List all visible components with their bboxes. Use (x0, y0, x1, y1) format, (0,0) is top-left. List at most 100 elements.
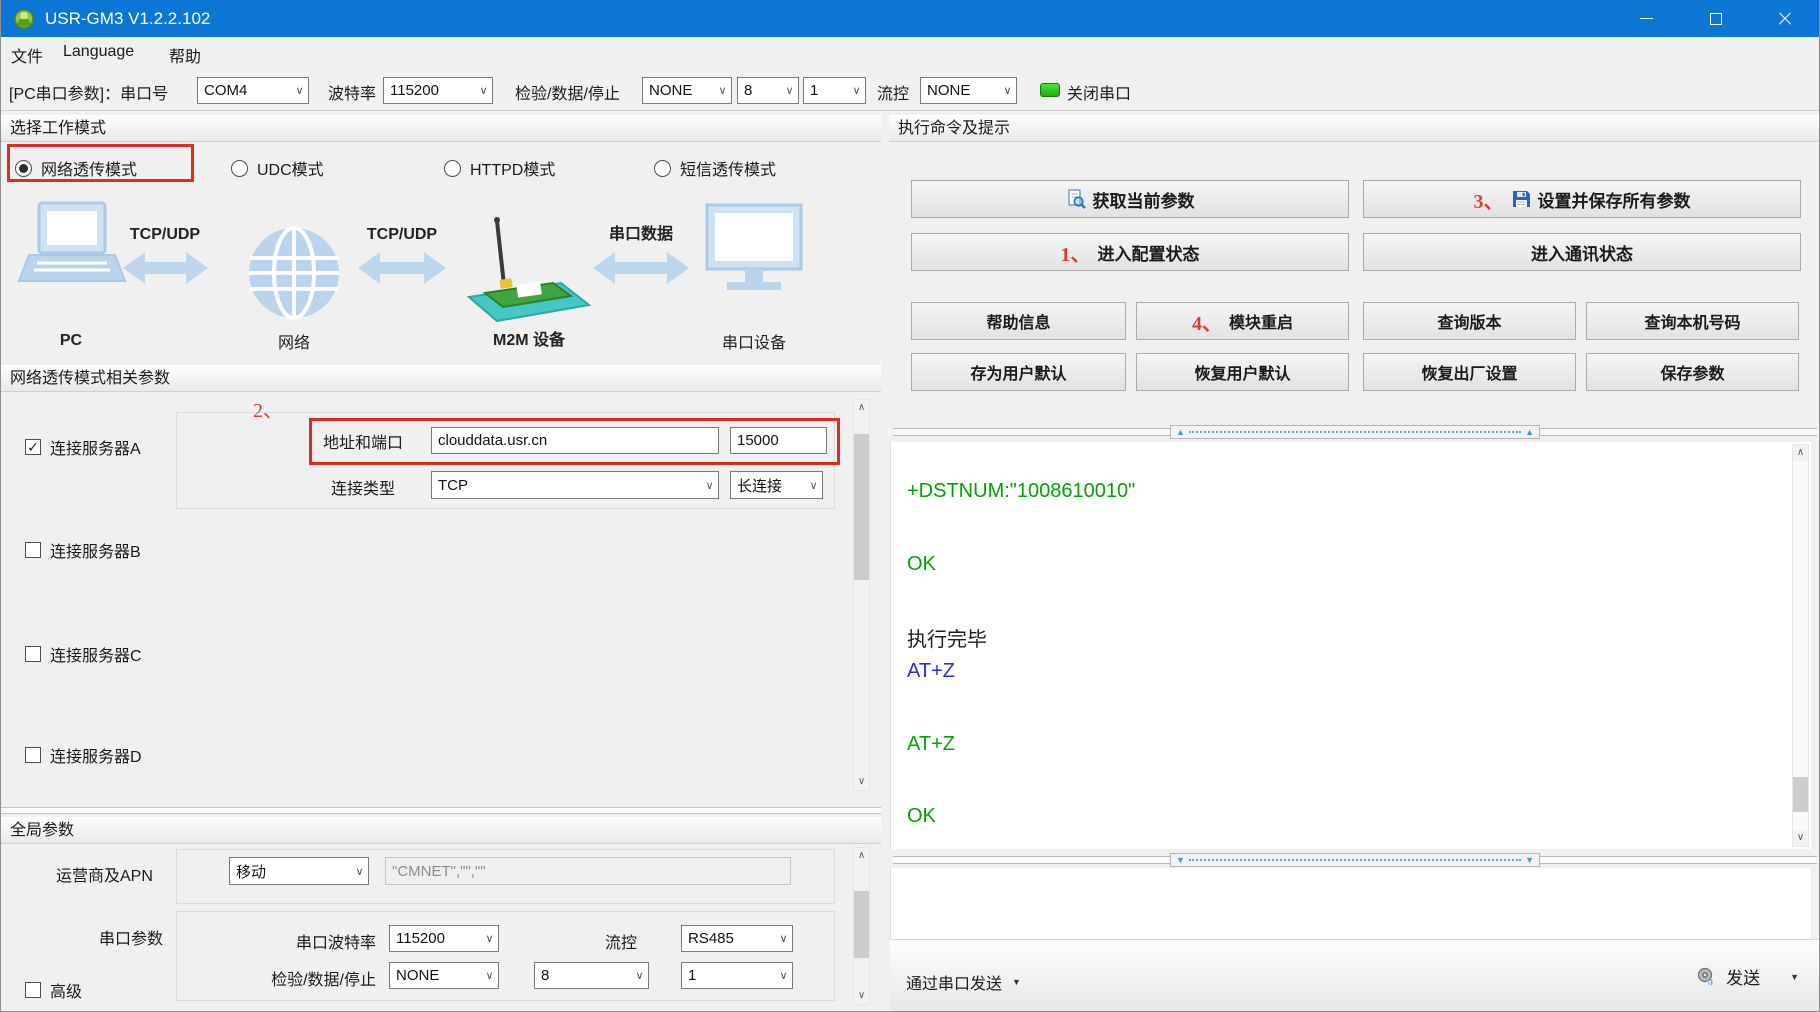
databits-select[interactable]: 8∨ (737, 77, 799, 104)
server-address-input[interactable] (431, 427, 719, 454)
scrollbar-thumb[interactable] (1793, 777, 1808, 812)
parity-select[interactable]: NONE∨ (642, 77, 732, 104)
carrier-select[interactable]: 移动∨ (229, 857, 369, 885)
conn-mode-select[interactable]: 长连接∨ (730, 471, 823, 499)
log-splitter-top[interactable]: ▲ ▲ (893, 424, 1817, 440)
radio-sms-passthrough-mode[interactable]: 短信透传模式 (654, 155, 776, 181)
button-label: 模块重启 (1229, 309, 1293, 333)
baud-label: 波特率 (328, 80, 376, 104)
radio-httpd-mode[interactable]: HTTPD模式 (444, 155, 555, 181)
triangle-down-icon: ▼ (1176, 856, 1185, 865)
annotation-number-3: 3、 (1474, 185, 1504, 214)
right-panel: 执行命令及提示 获取当前参数 3、 设置并保存所有参数 (889, 111, 1820, 1012)
baud-select[interactable]: 115200∨ (383, 77, 493, 104)
com-port-select[interactable]: COM4∨ (197, 77, 309, 104)
query-version-button[interactable]: 查询版本 (1363, 302, 1576, 340)
node-m2m-label: M2M 设备 (493, 330, 566, 349)
close-button[interactable] (1750, 0, 1819, 37)
checkbox-label: 连接服务器A (50, 435, 141, 459)
server-port-input[interactable] (730, 427, 827, 454)
maximize-button[interactable] (1681, 0, 1750, 37)
send-input-area[interactable] (890, 868, 1811, 939)
get-current-params-button[interactable]: 获取当前参数 (911, 180, 1349, 218)
help-info-button[interactable]: 帮助信息 (911, 302, 1126, 340)
save-user-default-button[interactable]: 存为用户默认 (911, 353, 1126, 391)
factory-reset-button[interactable]: 恢复出厂设置 (1363, 353, 1576, 391)
button-label: 恢复出厂设置 (1421, 360, 1517, 384)
checkbox-advanced[interactable]: 高级 (25, 979, 82, 1001)
send-button[interactable]: 发送 (1726, 964, 1760, 989)
close-icon (1778, 12, 1792, 26)
speaker-icon (1696, 966, 1718, 988)
send-dropdown-arrow-icon[interactable]: ▼ (1790, 972, 1799, 982)
chevron-down-icon: ∨ (848, 84, 865, 97)
enter-config-state-button[interactable]: 1、 进入配置状态 (911, 233, 1349, 271)
log-line: +DSTNUM:"1008610010" (907, 480, 1135, 503)
link1-label: TCP/UDP (130, 226, 201, 243)
m2m-device-icon (469, 217, 589, 321)
flow-select[interactable]: NONE∨ (920, 77, 1017, 104)
log-line: OK (907, 553, 936, 576)
checkbox-server-b[interactable]: 连接服务器B (25, 539, 141, 561)
module-reboot-button[interactable]: 4、 模块重启 (1136, 302, 1349, 340)
chevron-down-icon: ∨ (805, 479, 822, 492)
serial-params-label: 串口参数 (99, 925, 163, 949)
serial-baud-select[interactable]: 115200∨ (389, 925, 499, 952)
chevron-down-icon: ∨ (714, 84, 731, 97)
scroll-up-icon[interactable]: ∧ (854, 400, 869, 416)
menu-help[interactable]: 帮助 (169, 43, 201, 67)
checkbox-label: 高级 (50, 978, 82, 1002)
checkbox-server-a[interactable]: ✓ 连接服务器A (25, 436, 141, 458)
conn-type-select[interactable]: TCP∨ (431, 471, 719, 499)
scroll-up-icon[interactable]: ∧ (1793, 445, 1808, 461)
log-line: AT+Z (907, 733, 955, 756)
search-doc-icon (1066, 189, 1086, 209)
menu-bar: 文件 Language 帮助 (1, 37, 1819, 69)
close-serial-button[interactable]: 关闭串口 (1067, 80, 1131, 104)
checkbox-server-d[interactable]: 连接服务器D (25, 744, 142, 766)
menu-file[interactable]: 文件 (11, 43, 43, 67)
enter-comm-state-button[interactable]: 进入通讯状态 (1363, 233, 1801, 271)
flow-label: 流控 (877, 80, 909, 104)
radio-label: HTTPD模式 (470, 156, 555, 180)
node-pc-label: PC (60, 332, 83, 349)
command-log-area[interactable]: +DSTNUM:"1008610010" OK 执行完毕 AT+Z AT+Z O… (890, 442, 1811, 849)
global-scrollbar[interactable]: ∧ ∨ (853, 847, 870, 1005)
checkbox-server-c[interactable]: 连接服务器C (25, 643, 142, 665)
minimize-icon (1640, 18, 1653, 19)
scroll-up-icon[interactable]: ∧ (854, 848, 869, 864)
splitter-handle[interactable]: ▼ ▼ (1170, 853, 1540, 867)
log-splitter-bottom[interactable]: ▼ ▼ (893, 852, 1817, 868)
save-all-params-button[interactable]: 3、 设置并保存所有参数 (1363, 180, 1801, 218)
serial-stopbits-select[interactable]: 1∨ (681, 962, 793, 989)
radio-icon (231, 160, 248, 177)
serial-flow-select[interactable]: RS485∨ (681, 925, 793, 952)
menu-language[interactable]: Language (63, 43, 134, 61)
log-scrollbar[interactable]: ∧ ∨ (1792, 444, 1809, 847)
pc-laptop-icon (19, 203, 125, 281)
serial-parity-select[interactable]: NONE∨ (389, 962, 499, 989)
serial-databits-select[interactable]: 8∨ (534, 962, 649, 989)
save-params-button[interactable]: 保存参数 (1586, 353, 1799, 391)
stopbits-select[interactable]: 1∨ (803, 77, 866, 104)
send-via-serial-dropdown[interactable]: 通过串口发送 ▼ (906, 970, 1021, 994)
conn-type-label: 连接类型 (331, 475, 395, 499)
button-label: 恢复用户默认 (1194, 360, 1290, 384)
radio-net-passthrough-mode[interactable]: 网络透传模式 (15, 155, 137, 181)
restore-user-default-button[interactable]: 恢复用户默认 (1136, 353, 1349, 391)
work-mode-header: 选择工作模式 (1, 115, 881, 142)
radio-label: UDC模式 (257, 156, 324, 180)
scrollbar-thumb[interactable] (854, 891, 869, 958)
minimize-button[interactable] (1612, 0, 1681, 37)
network-globe-icon (249, 228, 339, 318)
scroll-down-icon[interactable]: ∨ (854, 988, 869, 1004)
scroll-down-icon[interactable]: ∨ (854, 774, 869, 790)
scrollbar-thumb[interactable] (854, 434, 869, 580)
send-via-label: 通过串口发送 (906, 970, 1002, 994)
scroll-down-icon[interactable]: ∨ (1793, 830, 1808, 846)
radio-udc-mode[interactable]: UDC模式 (231, 155, 324, 181)
splitter-handle[interactable]: ▲ ▲ (1170, 425, 1540, 439)
serial-flow-label: 流控 (561, 929, 637, 953)
params-scrollbar[interactable]: ∧ ∨ (853, 399, 870, 791)
query-number-button[interactable]: 查询本机号码 (1586, 302, 1799, 340)
